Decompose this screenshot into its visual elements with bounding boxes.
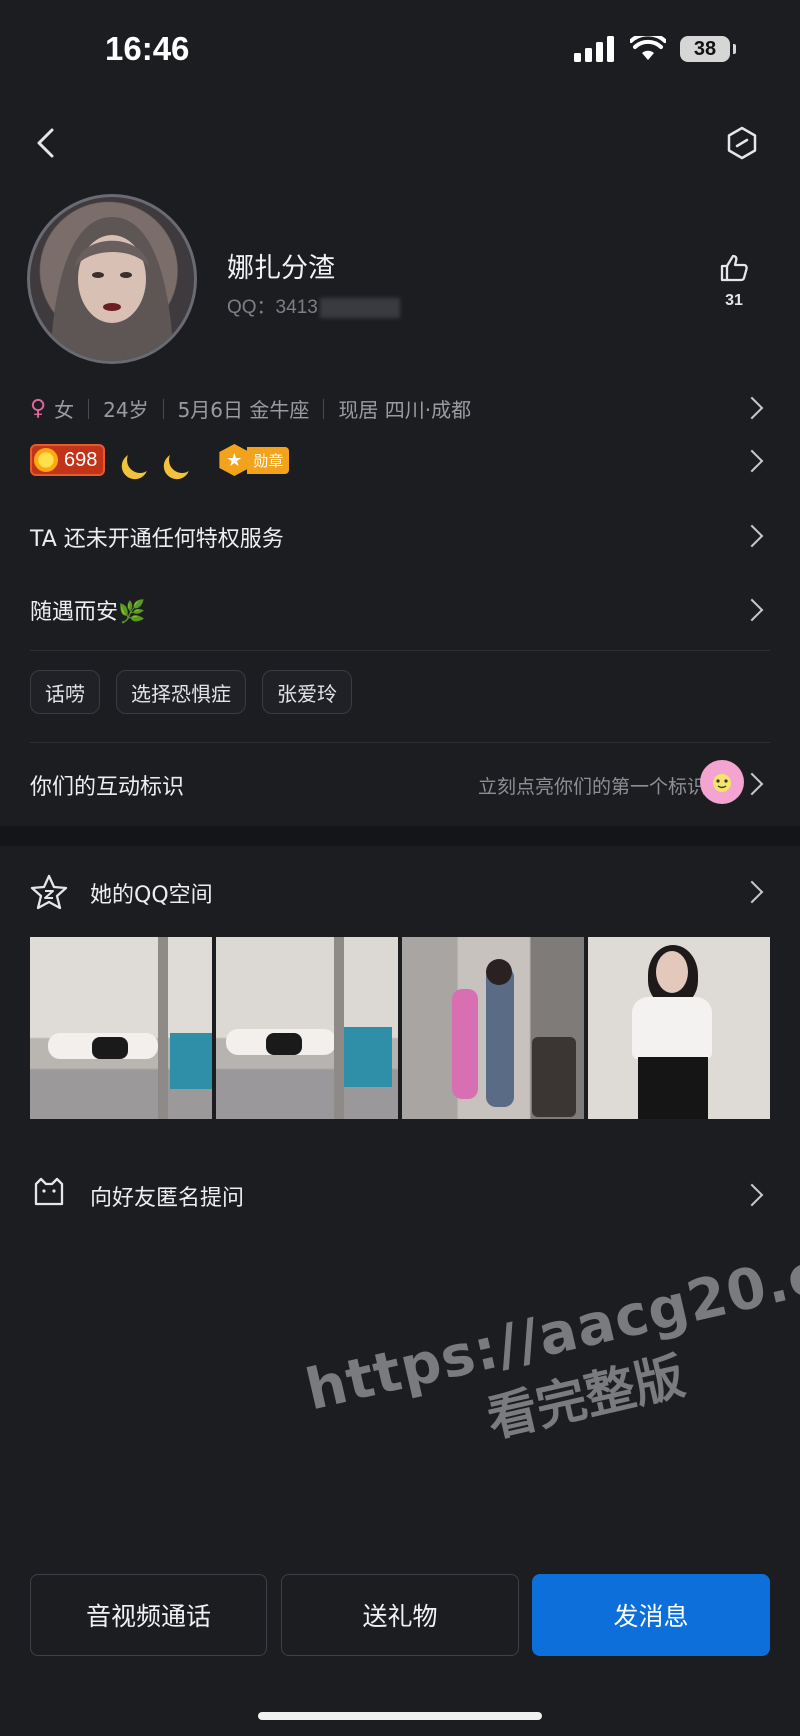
photo-subject [486,967,514,1107]
qzone-photo[interactable] [588,937,770,1119]
separator [323,398,325,419]
separator [162,398,164,419]
qq-number[interactable]: QQ：3413 [227,292,400,319]
divider [30,650,770,651]
status-icons: 38 [574,36,736,62]
moon-icon [124,443,157,476]
tag-chip[interactable]: 选择恐惧症 [116,670,246,714]
qzone-photo-strip[interactable] [30,937,770,1119]
chevron-right-icon [740,449,764,473]
flower-emoji-icon [700,760,744,804]
send-message-button[interactable]: 发消息 [532,1574,770,1656]
sun-icon [34,448,58,472]
section-divider [0,826,800,846]
location-text: 现居 四川·成都 [338,398,472,422]
photo-subject-top [632,997,712,1059]
medal-label: 勋章 [247,446,290,474]
qzone-star-icon [30,874,68,914]
photo-mirror-edge [334,937,344,1119]
age-text: 24岁 [103,398,149,422]
photo-background-object [170,1033,212,1089]
thumbs-up-icon [720,254,748,282]
more-button[interactable] [726,126,758,164]
tag-chip[interactable]: 话唠 [30,670,100,714]
qzone-photo[interactable] [216,937,398,1119]
chevron-right-icon [740,880,764,904]
interaction-row[interactable]: 你们的互动标识 [30,769,184,801]
separator [88,398,90,419]
medal-badge: ★ 勋章 [219,444,290,476]
moon-icon [166,443,199,476]
gender-text: 女 [54,398,75,422]
chevron-right-icon [740,598,764,622]
chevron-right-icon [740,1183,764,1207]
photo-subject-detail [92,1037,128,1059]
signature-row[interactable]: 随遇而安🌿 [30,594,145,626]
level-value: 698 [64,448,98,471]
watermark: https://aacg20.com 看完整版 [300,1219,800,1489]
like-button[interactable]: 31 [718,252,750,310]
qzone-photo[interactable] [402,937,584,1119]
send-gift-button[interactable]: 送礼物 [281,1574,519,1656]
av-call-button[interactable]: 音视频通话 [30,1574,267,1656]
chevron-right-icon [740,772,764,796]
photo-subject-bottom [638,1057,708,1119]
profile-info-row[interactable]: ♀ 女 24岁 5月6日 金牛座 现居 四川·成都 [30,394,471,423]
qq-number-mask [319,297,400,318]
profile-name: 娜扎分渣 [227,253,335,284]
back-arrow-icon [37,128,54,158]
photo-background-object [532,1037,576,1117]
birthday-text: 5月6日 金牛座 [177,398,310,422]
avatar-portrait [50,217,174,361]
home-indicator[interactable] [258,1712,542,1720]
battery-icon: 38 [680,36,736,62]
photo-subject-head [486,959,512,985]
status-time: 16:46 [105,30,190,67]
anonymous-question-row[interactable]: 向好友匿名提问 [90,1180,244,1212]
wifi-icon [630,36,666,60]
photo-subject-detail [266,1033,302,1055]
photo-subject-face [656,951,688,993]
qzone-title[interactable]: 她的QQ空间 [90,877,213,909]
avatar[interactable] [27,194,197,364]
chevron-right-icon [740,524,764,548]
star-icon: ★ [219,444,250,476]
back-button[interactable] [34,126,58,164]
like-count: 31 [725,292,743,309]
signal-icon [574,36,614,62]
photo-background-object [344,1027,392,1087]
qq-level-badge: 698 [30,444,106,476]
interaction-hint[interactable]: 立刻点亮你们的第一个标识 [478,772,706,799]
hexagon-menu-icon [727,126,757,160]
chevron-right-icon [740,396,764,420]
badge-row[interactable]: 698 ★ 勋章 [30,443,290,476]
divider [30,742,770,743]
tag-chip[interactable]: 张爱玲 [262,670,352,714]
photo-mirror-edge [158,937,168,1119]
question-box-icon [32,1176,66,1212]
flower-face-icon [702,762,742,801]
privilege-row[interactable]: TA 还未开通任何特权服务 [30,521,284,553]
qzone-photo[interactable] [30,937,212,1119]
qq-number-text: QQ：3413 [227,297,318,318]
photo-subject [452,989,478,1099]
female-icon: ♀ [30,396,47,421]
